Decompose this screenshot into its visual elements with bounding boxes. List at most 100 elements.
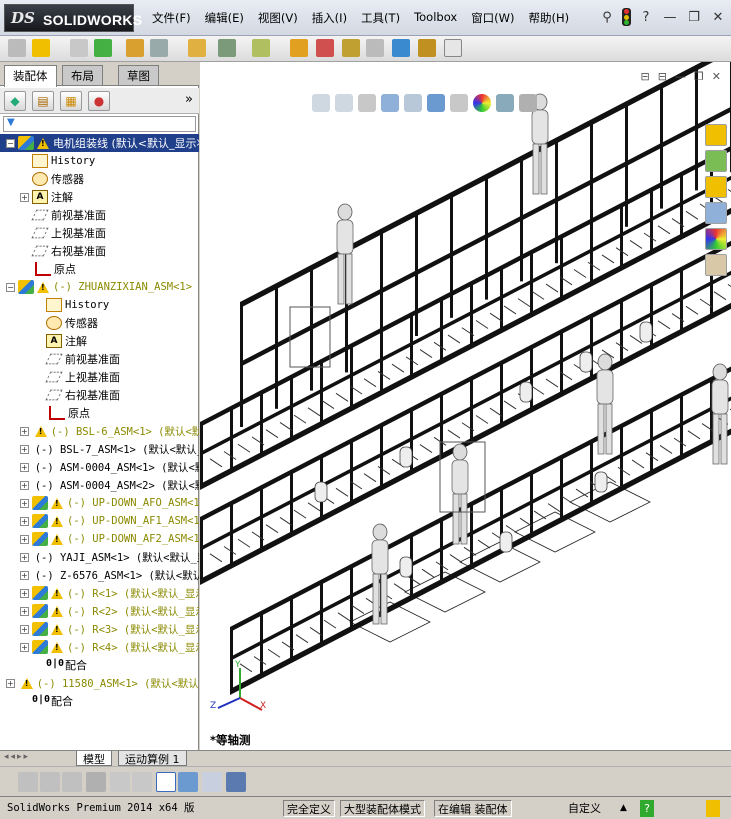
- tab-model[interactable]: 模型: [76, 751, 112, 766]
- table-icon[interactable]: [202, 772, 222, 792]
- save-icon[interactable]: [226, 772, 246, 792]
- bill-of-materials-icon[interactable]: [392, 39, 410, 57]
- tree-item[interactable]: + (-) BSL-6_ASM<1> (默认<默认_显示状态-1>): [0, 422, 199, 440]
- tree-item[interactable]: 原点: [0, 260, 199, 278]
- tree-item[interactable]: 0|0 配合: [0, 656, 199, 674]
- shaded-view-icon[interactable]: [178, 772, 198, 792]
- edit-appearance-icon[interactable]: [473, 94, 491, 112]
- tree-expander-icon[interactable]: +: [20, 534, 29, 544]
- tree-expander-icon[interactable]: +: [20, 444, 29, 454]
- smart-fasteners-icon[interactable]: [218, 39, 236, 57]
- minimize-button[interactable]: —: [661, 8, 679, 26]
- solidworks-resources-icon[interactable]: [705, 124, 727, 146]
- feature-manager-icon[interactable]: ◆: [4, 91, 26, 111]
- appearances-icon[interactable]: [705, 228, 727, 250]
- view-settings-icon[interactable]: [519, 94, 537, 112]
- tree-expander-icon[interactable]: +: [20, 570, 29, 580]
- menu-help[interactable]: 帮助(H): [529, 10, 578, 26]
- menu-view[interactable]: 视图(V): [258, 10, 306, 26]
- tree-item[interactable]: 0|0 配合: [0, 692, 199, 710]
- tree-item[interactable]: 右视基准面: [0, 386, 199, 404]
- sketch-icon[interactable]: [156, 772, 176, 792]
- split-view-icon[interactable]: ⊟: [640, 70, 649, 83]
- tree-item[interactable]: 传感器: [0, 170, 199, 188]
- list-view-icon[interactable]: [110, 772, 130, 792]
- previous-view-icon[interactable]: [358, 94, 376, 112]
- tree-item[interactable]: History: [0, 296, 199, 314]
- menu-edit[interactable]: 编辑(E): [205, 10, 252, 26]
- rotate-component-tool-icon[interactable]: [40, 772, 60, 792]
- tree-item[interactable]: + (-) UP-DOWN_AF2_ASM<1>: [0, 530, 199, 548]
- doc-close-button[interactable]: ✕: [712, 70, 721, 83]
- move-component-icon[interactable]: [252, 39, 270, 57]
- mate-tool-icon[interactable]: [62, 772, 82, 792]
- tab-layout[interactable]: 布局: [62, 65, 103, 85]
- tree-expander-icon[interactable]: +: [20, 642, 29, 652]
- hide-lines-icon[interactable]: [86, 772, 106, 792]
- tile-icon[interactable]: [132, 772, 152, 792]
- display-style-icon[interactable]: [427, 94, 445, 112]
- tree-item[interactable]: + (-) R<1> (默认<默认_显示状态-1>): [0, 584, 199, 602]
- graphics-area[interactable]: ⊟ ⊟ — ❐ ✕ Y X Z *等轴测: [200, 62, 731, 750]
- tree-item[interactable]: + (-) R<2> (默认<默认_显示状态-1>): [0, 602, 199, 620]
- edit-component-icon[interactable]: [70, 39, 88, 57]
- section-view-icon[interactable]: [381, 94, 399, 112]
- menu-tools[interactable]: 工具(T): [361, 10, 408, 26]
- linear-pattern-icon[interactable]: [188, 39, 206, 57]
- design-library-icon[interactable]: [705, 150, 727, 172]
- tree-expander-icon[interactable]: +: [20, 192, 29, 202]
- display-manager-icon[interactable]: ●: [88, 91, 110, 111]
- component-preview-icon[interactable]: [150, 39, 168, 57]
- tab-assembly[interactable]: 装配体: [4, 65, 57, 87]
- tree-item[interactable]: 前视基准面: [0, 350, 199, 368]
- view-orientation-icon[interactable]: [404, 94, 422, 112]
- tree-expander-icon[interactable]: +: [20, 606, 29, 616]
- status-help-icon[interactable]: ?: [640, 800, 654, 817]
- apply-scene-icon[interactable]: [496, 94, 514, 112]
- tree-item[interactable]: + (-) R<4> (默认<默认_显示状态-1>): [0, 638, 199, 656]
- filter-icon[interactable]: ▼: [7, 117, 15, 128]
- open-folder-icon[interactable]: [32, 39, 50, 57]
- tree-expander-icon[interactable]: +: [20, 426, 29, 436]
- tree-expander-icon[interactable]: −: [6, 282, 15, 292]
- zoom-to-area-icon[interactable]: [335, 94, 353, 112]
- tree-item[interactable]: + (-) UP-DOWN_AFO_ASM<1>: [0, 494, 199, 512]
- menu-insert[interactable]: 插入(I): [312, 10, 355, 26]
- tab-motion-study[interactable]: 运动算例 1: [118, 751, 187, 766]
- tab-scroll-arrows-icon[interactable]: ◂◂▸▸: [4, 752, 30, 762]
- zoom-to-fit-icon[interactable]: [312, 94, 330, 112]
- tree-expander-icon[interactable]: +: [20, 480, 29, 490]
- close-button[interactable]: ✕: [709, 8, 727, 26]
- hide-show-items-icon[interactable]: [450, 94, 468, 112]
- tree-expander-icon[interactable]: +: [20, 498, 29, 508]
- pin-icon[interactable]: ⚲: [598, 8, 616, 26]
- doc-minimize-button[interactable]: —: [675, 70, 686, 83]
- filter-field[interactable]: ▼: [3, 116, 196, 132]
- tree-item[interactable]: − (-) ZHUANZIXIAN_ASM<1>: [0, 278, 199, 296]
- tree-item[interactable]: + (-) 11580_ASM<1> (默认<默认_显示状态-1>): [0, 674, 199, 692]
- tree-item[interactable]: + (-) ASM-0004_ASM<1> (默认<默认_显示状态-1>): [0, 458, 199, 476]
- tree-item[interactable]: + (-) YAJI_ASM<1> (默认<默认_显示状态-1>): [0, 548, 199, 566]
- file-explorer-icon[interactable]: [705, 176, 727, 198]
- reference-geometry-icon[interactable]: [342, 39, 360, 57]
- custom-properties-icon[interactable]: [705, 254, 727, 276]
- menu-window[interactable]: 窗口(W): [471, 10, 522, 26]
- tree-item[interactable]: + A 注解: [0, 188, 199, 206]
- tree-item[interactable]: + (-) UP-DOWN_AF1_ASM<1>: [0, 512, 199, 530]
- tree-expander-icon[interactable]: −: [6, 138, 15, 148]
- show-hidden-icon[interactable]: [290, 39, 308, 57]
- new-motion-study-icon[interactable]: [366, 39, 384, 57]
- tree-item[interactable]: − 电机组装线 (默认<默认_显示状态-1>): [0, 134, 199, 152]
- tree-item[interactable]: A 注解: [0, 332, 199, 350]
- split-view-2-icon[interactable]: ⊟: [658, 70, 667, 83]
- mate-icon[interactable]: [126, 39, 144, 57]
- assembly-features-icon[interactable]: [316, 39, 334, 57]
- move-component-tool-icon[interactable]: [18, 772, 38, 792]
- tree-item[interactable]: + (-) Z-6576_ASM<1> (默认<默认_显示状态-1>): [0, 566, 199, 584]
- tree-expander-icon[interactable]: +: [20, 588, 29, 598]
- units-arrow-icon[interactable]: ▲: [617, 800, 630, 817]
- tab-sketch[interactable]: 草图: [118, 65, 159, 85]
- view-palette-icon[interactable]: [705, 202, 727, 224]
- tree-item[interactable]: 原点: [0, 404, 199, 422]
- tree-expander-icon[interactable]: +: [6, 678, 15, 688]
